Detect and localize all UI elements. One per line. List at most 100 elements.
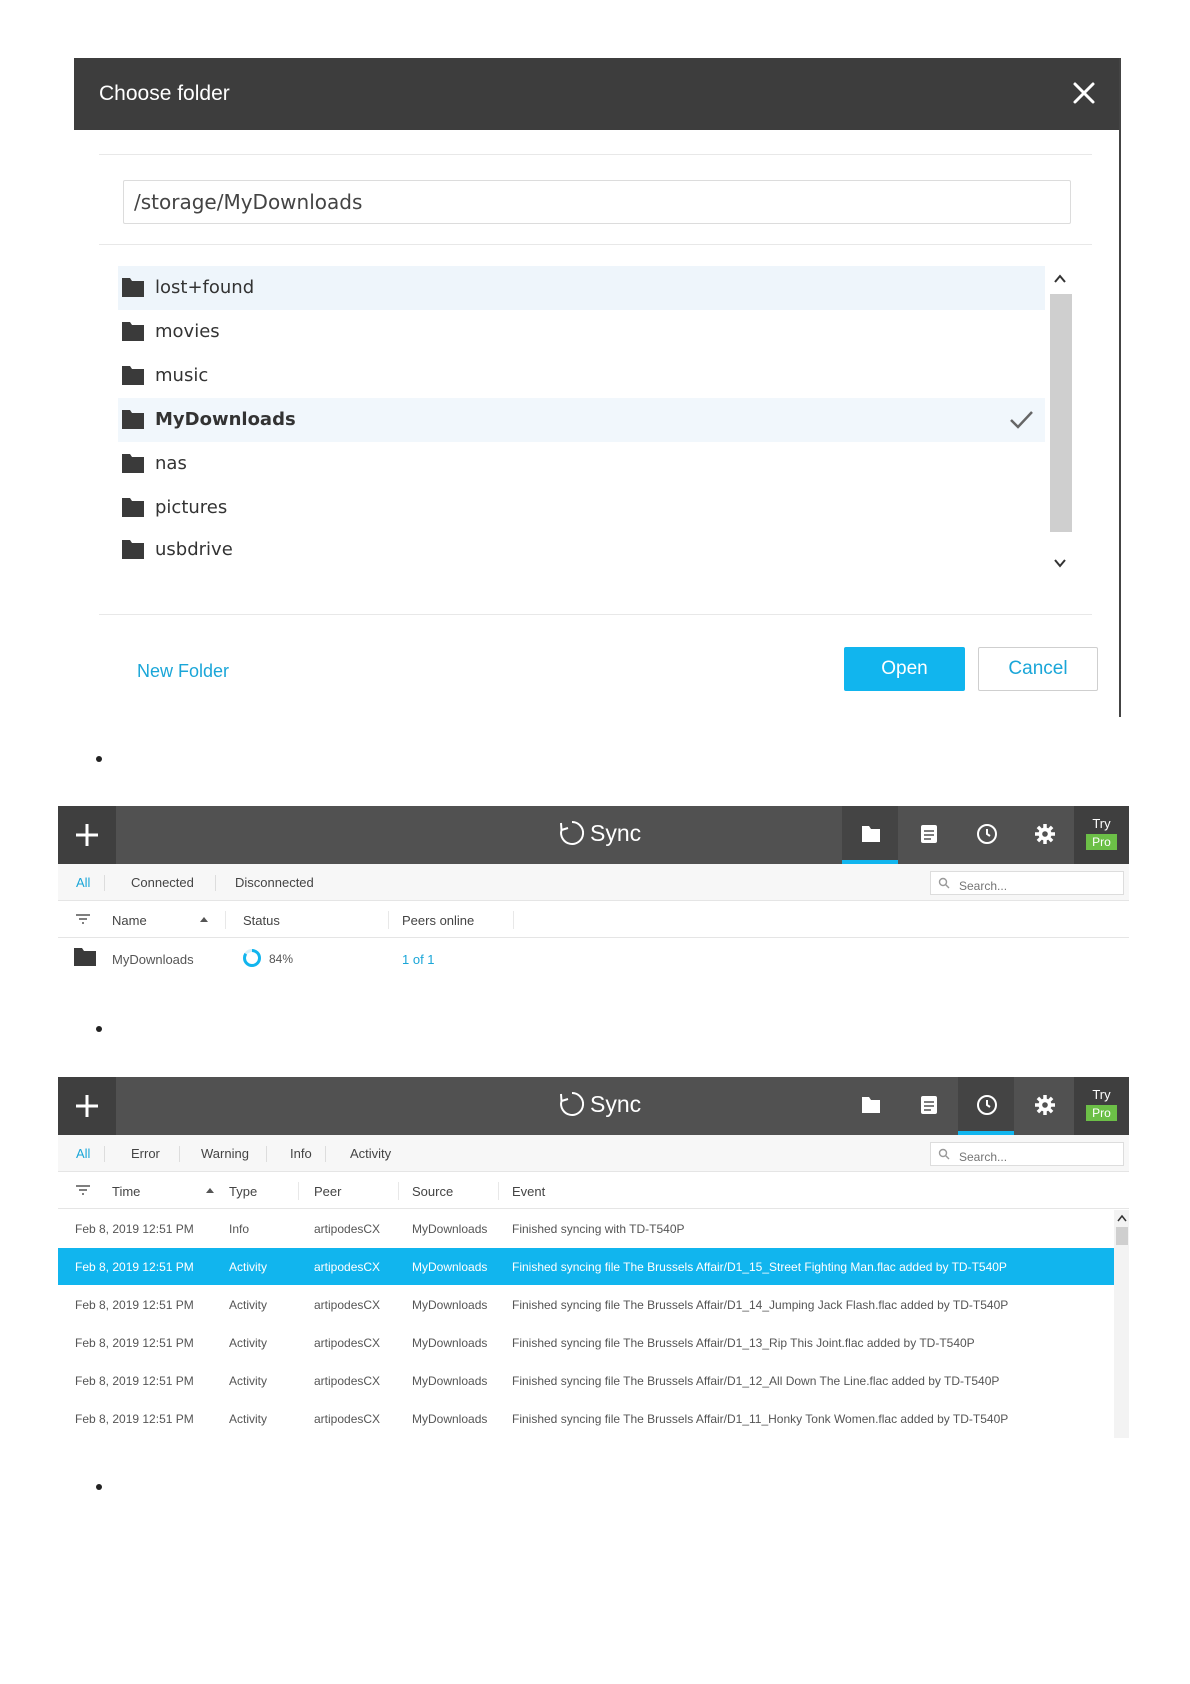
event-list-scrollbar[interactable]	[1114, 1210, 1129, 1438]
open-button[interactable]: Open	[844, 647, 965, 691]
column-peers-online[interactable]: Peers online	[402, 913, 474, 928]
folder-item-music[interactable]: music	[118, 354, 1045, 398]
tab-error[interactable]: Error	[131, 1146, 160, 1161]
app-brand: Sync	[558, 819, 641, 847]
sync-status: 84%	[269, 952, 294, 966]
folder-item-nas[interactable]: nas	[118, 442, 1045, 486]
nav-transfers-button[interactable]	[900, 806, 956, 864]
event-description: Finished syncing with TD-T540P	[512, 1222, 685, 1236]
event-description: Finished syncing file The Brussels Affai…	[512, 1260, 1007, 1274]
new-folder-link[interactable]: New Folder	[137, 661, 229, 682]
tab-warning[interactable]: Warning	[201, 1146, 249, 1161]
tab-separator	[266, 1146, 267, 1162]
plus-icon	[76, 824, 98, 846]
tab-separator	[215, 875, 216, 891]
event-description: Finished syncing file The Brussels Affai…	[512, 1298, 1009, 1312]
tab-connected[interactable]: Connected	[131, 875, 194, 890]
close-icon[interactable]	[1069, 78, 1099, 108]
filter-bar: All Error Warning Info Activity	[58, 1135, 1129, 1172]
folder-item-usbdrive[interactable]: usbdrive	[118, 528, 1045, 572]
scrollbar-thumb[interactable]	[1050, 294, 1072, 532]
progress-ring-icon	[243, 949, 261, 967]
table-row[interactable]: Feb 8, 2019 12:51 PM Activity artipodesC…	[58, 1362, 1114, 1399]
app-name: Sync	[590, 819, 642, 846]
event-time: Feb 8, 2019 12:51 PM	[75, 1298, 194, 1312]
cancel-button[interactable]: Cancel	[978, 647, 1098, 691]
tab-all[interactable]: All	[76, 875, 90, 890]
search-icon	[938, 877, 950, 889]
tab-separator	[104, 1146, 105, 1162]
nav-settings-button[interactable]	[1016, 806, 1072, 864]
table-row[interactable]: MyDownloads 84% 1 of 1	[58, 939, 1129, 979]
event-source: MyDownloads	[412, 1222, 488, 1236]
column-peer[interactable]: Peer	[314, 1184, 341, 1199]
nav-history-button[interactable]	[958, 806, 1014, 864]
list-icon	[921, 1096, 937, 1114]
tab-disconnected[interactable]: Disconnected	[235, 875, 314, 890]
column-name[interactable]: Name	[112, 913, 147, 928]
event-peer: artipodesCX	[314, 1260, 381, 1274]
event-source: MyDownloads	[412, 1336, 488, 1350]
sync-history-view: Sync Try Pro All Error Warning Info Acti…	[58, 1077, 1129, 1438]
nav-folders-button[interactable]	[842, 1077, 898, 1135]
tab-separator	[325, 1146, 326, 1162]
try-label: Try	[1092, 816, 1111, 831]
column-type[interactable]: Type	[229, 1184, 257, 1199]
column-event[interactable]: Event	[512, 1184, 545, 1199]
search-input[interactable]	[930, 871, 1124, 895]
column-source[interactable]: Source	[412, 1184, 453, 1199]
peers-online[interactable]: 1 of 1	[402, 952, 435, 967]
event-description: Finished syncing file The Brussels Affai…	[512, 1374, 1000, 1388]
nav-folders-button[interactable]	[842, 806, 898, 864]
try-label: Try	[1092, 1087, 1111, 1102]
nav-settings-button[interactable]	[1016, 1077, 1072, 1135]
table-row[interactable]: Feb 8, 2019 12:51 PM Info artipodesCX My…	[58, 1210, 1114, 1247]
checkmark-icon	[1010, 411, 1033, 429]
column-time[interactable]: Time	[112, 1184, 140, 1199]
gear-icon	[1035, 1095, 1055, 1115]
chevron-down-icon[interactable]	[1052, 556, 1068, 570]
folder-list-scrollbar[interactable]	[1046, 268, 1072, 576]
table-row[interactable]: Feb 8, 2019 12:51 PM Activity artipodesC…	[58, 1286, 1114, 1323]
sort-ascending-icon[interactable]	[200, 917, 208, 922]
scrollbar-thumb[interactable]	[1116, 1227, 1128, 1245]
column-separator	[298, 1182, 299, 1200]
folder-name: pictures	[155, 497, 228, 518]
folder-item-movies[interactable]: movies	[118, 310, 1045, 354]
folder-item-mydownloads[interactable]: MyDownloads	[118, 398, 1045, 442]
tab-separator	[179, 1146, 180, 1162]
try-pro-button[interactable]: Try Pro	[1074, 1077, 1129, 1135]
chevron-up-icon[interactable]	[1052, 272, 1068, 286]
tab-all[interactable]: All	[76, 1146, 90, 1161]
table-row[interactable]: Feb 8, 2019 12:51 PM Activity artipodesC…	[58, 1324, 1114, 1361]
try-pro-button[interactable]: Try Pro	[1074, 806, 1129, 864]
add-folder-button[interactable]	[58, 1077, 116, 1135]
tab-info[interactable]: Info	[290, 1146, 312, 1161]
clock-icon	[977, 824, 997, 844]
event-time: Feb 8, 2019 12:51 PM	[75, 1336, 194, 1350]
event-source: MyDownloads	[412, 1298, 488, 1312]
chevron-up-icon[interactable]	[1117, 1214, 1127, 1222]
app-brand: Sync	[558, 1090, 641, 1118]
tab-activity[interactable]: Activity	[350, 1146, 391, 1161]
folder-path-input[interactable]	[123, 180, 1071, 224]
nav-transfers-button[interactable]	[900, 1077, 956, 1135]
sort-ascending-icon[interactable]	[206, 1188, 214, 1193]
folder-icon	[122, 498, 144, 517]
clock-icon	[977, 1095, 997, 1115]
dialog-titlebar: Choose folder	[74, 58, 1119, 130]
filter-icon[interactable]	[75, 1184, 91, 1196]
filter-icon[interactable]	[75, 913, 91, 925]
folder-item-pictures[interactable]: pictures	[118, 486, 1045, 530]
nav-history-button[interactable]	[958, 1077, 1014, 1135]
event-time: Feb 8, 2019 12:51 PM	[75, 1374, 194, 1388]
column-status[interactable]: Status	[243, 913, 280, 928]
table-row[interactable]: Feb 8, 2019 12:51 PM Activity artipodesC…	[58, 1248, 1114, 1285]
add-folder-button[interactable]	[58, 806, 116, 864]
search-icon	[938, 1148, 950, 1160]
folder-item-lost-found[interactable]: lost+found	[118, 266, 1045, 310]
folder-icon	[74, 948, 96, 966]
search-input[interactable]	[930, 1142, 1124, 1166]
table-row[interactable]: Feb 8, 2019 12:51 PM Activity artipodesC…	[58, 1400, 1114, 1437]
pro-badge: Pro	[1086, 834, 1117, 850]
